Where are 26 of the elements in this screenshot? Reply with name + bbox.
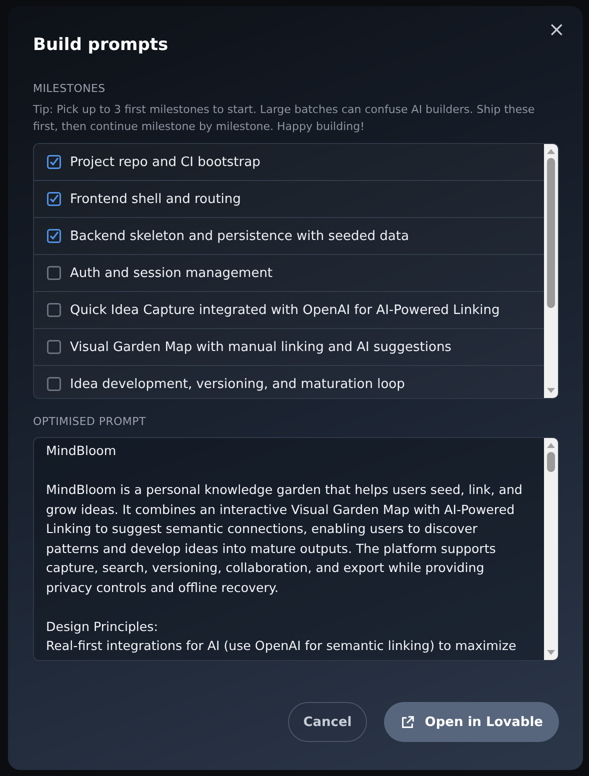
open-button[interactable]: Open in Lovable	[384, 702, 559, 742]
cancel-button[interactable]: Cancel	[288, 702, 367, 742]
milestone-label[interactable]: Quick Idea Capture integrated with OpenAI for AI-Powered Linking	[70, 302, 500, 318]
checkbox[interactable]	[47, 303, 61, 317]
milestone-label[interactable]: Visual Garden Map with manual linking and AI suggestions	[70, 340, 452, 354]
section-label: MILESTONES	[33, 82, 106, 95]
milestone-label[interactable]: Idea development, versioning, and maturation loop	[70, 376, 405, 392]
checkbox[interactable]	[47, 340, 61, 354]
section-label: OPTIMISED PROMPT	[33, 415, 147, 428]
close-button[interactable]: ×	[546, 17, 567, 41]
milestone-label[interactable]: Frontend shell and routing	[70, 192, 241, 206]
checkbox[interactable]	[47, 266, 61, 280]
external-link-icon	[400, 714, 415, 730]
checked-checkbox[interactable]	[47, 229, 61, 243]
checked-checkbox[interactable]	[47, 192, 61, 206]
checked-checkbox[interactable]	[47, 155, 61, 169]
checkbox[interactable]	[47, 377, 61, 391]
scroll-down-icon[interactable]	[546, 387, 556, 395]
scrollbar[interactable]	[544, 144, 558, 398]
tip-text: Tip: Pick up to 3 first milestones to start. Large batches can confuse AI builders. Ship these first, then continue milestone by milestone. Happy building!	[33, 102, 536, 135]
scroll-up-icon[interactable]	[546, 147, 556, 155]
scroll-thumb[interactable]	[547, 158, 555, 308]
milestone-label[interactable]: Project repo and CI bootstrap	[70, 154, 260, 170]
milestone-label[interactable]: Backend skeleton and persistence with seeded data	[70, 228, 409, 244]
dialog-title: Build prompts	[33, 35, 168, 55]
milestone-label[interactable]: Auth and session management	[70, 266, 273, 280]
